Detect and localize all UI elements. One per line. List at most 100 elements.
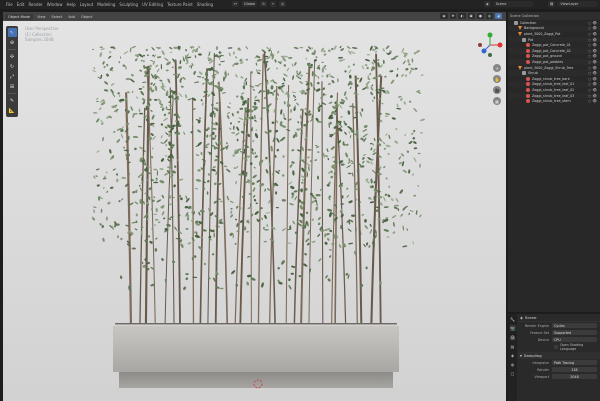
viewport-info: User Perspective (1) Collection Samples …	[25, 26, 59, 43]
menu-item-sculpting[interactable]: Sculpting	[119, 2, 138, 7]
pan-icon[interactable]: ✋	[493, 75, 501, 83]
proportional-edit-icon[interactable]: ◎	[279, 1, 287, 7]
viewport-menu-view[interactable]: View	[35, 15, 47, 19]
eye-icon[interactable]: 👁	[593, 43, 597, 47]
eye-icon[interactable]: 👁	[593, 94, 597, 98]
eye-icon[interactable]: 👁	[593, 66, 597, 70]
eye-icon[interactable]: 👁	[593, 54, 597, 58]
sampling-section[interactable]: ▾ Sampling	[518, 352, 600, 359]
menu-item-shading[interactable]: Shading	[197, 2, 213, 7]
menu-item-help[interactable]: Help	[66, 2, 75, 7]
render-tab-icon[interactable]: 📷	[509, 325, 516, 331]
transform-orientation-select[interactable]: Global	[241, 1, 258, 7]
camera-icon[interactable]: ◻	[588, 43, 591, 47]
menu-item-uv-editing[interactable]: UV Editing	[142, 2, 163, 7]
menu-item-window[interactable]: Window	[47, 2, 63, 7]
camera-icon[interactable]: ◻	[588, 49, 591, 53]
camera-view-icon[interactable]: 🎥	[493, 86, 501, 94]
view-layer-field[interactable]: ViewLayer	[557, 1, 598, 7]
camera-icon[interactable]: ◻	[588, 99, 591, 103]
camera-icon[interactable]: ◻	[588, 82, 591, 86]
menu-item-texture-paint[interactable]: Texture Paint	[167, 2, 193, 7]
snap-icon[interactable]: ⌖	[270, 1, 277, 7]
eye-icon[interactable]: 👁	[593, 49, 597, 53]
osl-checkbox[interactable]	[554, 344, 558, 349]
menu-item-file[interactable]: File	[6, 2, 13, 7]
device-select[interactable]: CPU	[552, 336, 597, 343]
view-layer-tab-icon[interactable]: ▤	[510, 343, 516, 349]
viewport-menu-select[interactable]: Select	[49, 15, 64, 19]
transform-icon[interactable]: ⊞	[8, 82, 17, 91]
camera-icon[interactable]: ◻	[588, 77, 591, 81]
eye-icon[interactable]: 👁	[593, 82, 597, 86]
render-preview[interactable]	[3, 12, 506, 401]
outliner-row[interactable]: Zoggi_shrub_tree_stem ◻ 👁	[508, 98, 600, 104]
camera-icon[interactable]: ◻	[588, 66, 591, 70]
camera-icon[interactable]: ◻	[588, 94, 591, 98]
render-engine-select[interactable]: Cycles	[552, 322, 597, 329]
camera-icon[interactable]: ◻	[588, 26, 591, 30]
rotate-icon[interactable]: ↻	[8, 62, 17, 71]
object-mode-select[interactable]: Object Mode	[5, 13, 34, 20]
xray-icon[interactable]: ▣	[467, 13, 475, 19]
cursor-icon[interactable]: ⊕	[8, 38, 17, 47]
render-samples-field[interactable]: 128	[552, 366, 597, 373]
camera-icon[interactable]: ◻	[588, 71, 591, 75]
viewport-menu-add[interactable]: Add	[66, 15, 77, 19]
object-icon	[518, 65, 522, 70]
eye-icon[interactable]: 👁	[593, 21, 597, 25]
orientation-icon[interactable]: ↔	[232, 1, 239, 7]
viewport-samples-field[interactable]: 2048	[552, 373, 597, 380]
shading-material-icon[interactable]: ◍	[485, 13, 493, 19]
chevron-down-icon: ▾	[520, 353, 522, 358]
shading-solid-icon[interactable]: ●	[476, 13, 484, 19]
3d-viewport[interactable]: Object Mode View Select Add Object ◉ ✥ ◐…	[3, 12, 506, 401]
eye-icon[interactable]: 👁	[593, 77, 597, 81]
tool-shelf: ↖ ⊕ ✣ ↻ ⤢ ⊞ ✎ 📐	[6, 26, 18, 117]
menu-item-layout[interactable]: Layout	[80, 2, 94, 7]
gizmo-toggle-icon[interactable]: ✥	[449, 13, 457, 19]
camera-icon[interactable]: ◻	[588, 38, 591, 42]
eye-icon[interactable]: 👁	[593, 71, 597, 75]
menu-item-edit[interactable]: Edit	[17, 2, 25, 7]
navigation-gizmo[interactable]	[477, 32, 503, 58]
collection-icon	[522, 71, 526, 76]
eye-icon[interactable]: 👁	[593, 38, 597, 42]
transform-tools: ↔ Global ⊙ ⌖ ◎	[232, 1, 287, 7]
annotate-icon[interactable]: ✎	[8, 96, 17, 105]
eye-icon[interactable]: 👁	[593, 26, 597, 30]
sampling-label: Sampling	[523, 353, 542, 358]
camera-icon[interactable]: ◻	[588, 54, 591, 58]
eye-icon[interactable]: 👁	[593, 60, 597, 64]
viewport-menu-object[interactable]: Object	[79, 15, 94, 19]
outliner-row-label: Zoggi_shrub_tree_bark	[532, 76, 570, 81]
feature-set-select[interactable]: Supported	[552, 329, 597, 336]
menu-item-render[interactable]: Render	[28, 2, 42, 7]
visibility-icon[interactable]: ◉	[440, 13, 448, 19]
outliner-row-label: Zoggi_shrub_tree_leaf_03	[532, 93, 575, 98]
measure-icon[interactable]: 📐	[8, 106, 17, 115]
pivot-icon[interactable]: ⊙	[260, 1, 268, 7]
zoom-icon[interactable]: +	[493, 64, 501, 72]
eye-icon[interactable]: 👁	[593, 99, 597, 103]
ortho-toggle-icon[interactable]: ▦	[493, 97, 501, 105]
object-tab-icon[interactable]: ▢	[510, 370, 516, 376]
camera-icon[interactable]: ◻	[588, 88, 591, 92]
scale-icon[interactable]: ⤢	[8, 72, 17, 81]
shading-rendered-icon[interactable]: ◕	[494, 13, 502, 19]
camera-icon[interactable]: ◻	[588, 21, 591, 25]
move-icon[interactable]: ✣	[8, 52, 17, 61]
tool-tab-icon[interactable]: 🔧	[510, 316, 516, 322]
eye-icon[interactable]: 👁	[593, 32, 597, 36]
camera-icon[interactable]: ◻	[588, 60, 591, 64]
scene-tab-icon[interactable]: ◈	[510, 352, 516, 358]
overlay-icon[interactable]: ◐	[458, 13, 466, 19]
select-box-icon[interactable]: ↖	[7, 28, 17, 37]
camera-icon[interactable]: ◻	[588, 32, 591, 36]
output-tab-icon[interactable]: 🖨	[510, 334, 516, 340]
menu-item-modeling[interactable]: Modeling	[97, 2, 115, 7]
integrator-select[interactable]: Path Tracing	[552, 359, 597, 366]
world-tab-icon[interactable]: ◍	[510, 361, 516, 367]
eye-icon[interactable]: 👁	[593, 88, 597, 92]
scene-field[interactable]: Scene	[492, 1, 533, 7]
